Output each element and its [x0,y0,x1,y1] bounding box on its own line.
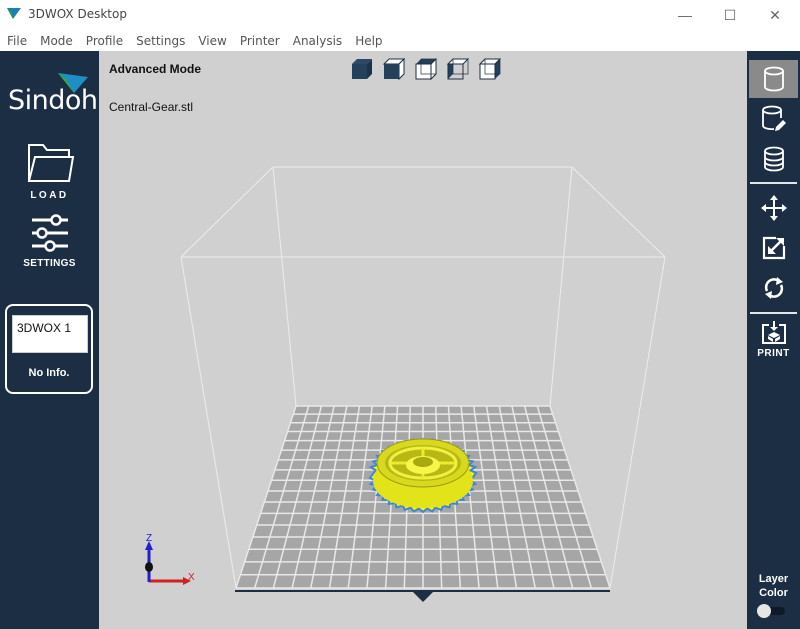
layered-cylinder-icon [763,146,784,172]
menu-help[interactable]: Help [348,30,388,51]
toolbar-divider [750,182,797,184]
brand-name: Sindoh [8,85,98,116]
wire-edge [180,166,274,258]
close-button[interactable]: ✕ [752,0,798,30]
view-cube-toolbar [350,57,502,81]
printer-card[interactable]: 3DWOX 1 No Info. [5,304,93,394]
3d-viewport[interactable]: X Z Advanced Mode Central-Gear.stl [99,51,747,629]
toolbar-divider [750,312,797,314]
view-left-cube-icon[interactable] [446,57,470,81]
view-iso-cube-icon[interactable] [350,57,374,81]
move-arrows-icon [760,195,787,221]
layer-color-label-line2: Color [759,587,788,599]
left-sidebar: Sindoh LOAD SETTINGS 3DWOX 1 No Info. [0,51,99,629]
layer-color-label: Layer Color [747,572,800,600]
view-front-cube-icon[interactable] [382,57,406,81]
view-top-cube-icon[interactable] [414,57,438,81]
print-box-icon [761,321,786,344]
edit-model-button[interactable] [749,100,798,138]
load-label: LOAD [30,190,69,201]
menu-printer[interactable]: Printer [233,30,286,51]
scale-button[interactable] [749,229,798,267]
y-axis-marker [145,562,153,572]
minimize-icon: — [678,7,692,23]
rotate-icon [764,277,783,299]
x-axis-label: X [188,572,195,583]
window-title: 3DWOX Desktop [28,7,127,21]
file-name: Central-Gear.stl [109,100,194,114]
cylinder-edit-icon [761,105,786,131]
print-button[interactable] [749,317,798,349]
sliders-icon [31,214,68,252]
settings-button[interactable]: SETTINGS [0,213,99,269]
right-toolbar: PRINT Layer Color [747,51,800,629]
layer-color-toggle[interactable] [757,604,785,618]
close-icon: ✕ [769,6,781,23]
wire-edge [549,166,573,407]
axis-gizmo: X Z [145,533,195,585]
layers-button[interactable] [749,140,798,178]
menu-view[interactable]: View [191,30,232,51]
menu-analysis[interactable]: Analysis [286,30,348,51]
printer-name: 3DWOX 1 [12,315,88,353]
gear-bore [413,457,433,467]
title-bar: 3DWOX Desktop — ☐ ✕ [0,0,800,30]
toggle-knob [757,604,771,618]
wire-edge [571,166,666,258]
wire-edge [180,256,237,589]
menu-file[interactable]: File [0,30,33,51]
sindoh-logo: Sindoh [8,71,98,119]
build-volume-scene[interactable]: X Z [99,51,747,629]
minimize-button[interactable]: — [662,0,708,30]
printer-status: No Info. [28,367,70,379]
settings-label: SETTINGS [23,258,76,269]
app-logo-icon [7,8,21,19]
wire-edge [609,256,666,589]
folder-icon [27,144,74,182]
wire-edge [272,166,297,407]
menu-settings[interactable]: Settings [129,30,191,51]
load-model-button[interactable] [749,60,798,98]
menu-bar: File Mode Profile Settings View Printer … [0,30,800,51]
rotate-button[interactable] [749,269,798,307]
maximize-icon: ☐ [723,6,737,23]
view-right-cube-icon[interactable] [478,57,502,81]
mode-label: Advanced Mode [109,62,202,76]
layer-color-label-line1: Layer [758,573,789,585]
menu-mode[interactable]: Mode [33,30,79,51]
load-button[interactable]: LOAD [0,141,99,201]
print-label: PRINT [757,348,790,359]
maximize-button[interactable]: ☐ [707,0,753,30]
z-axis-label: Z [146,533,152,544]
menu-profile[interactable]: Profile [79,30,129,51]
cylinder-icon [763,66,784,92]
scale-icon [762,236,785,260]
bed-expand-arrow-icon[interactable] [413,592,433,602]
move-button[interactable] [749,189,798,227]
